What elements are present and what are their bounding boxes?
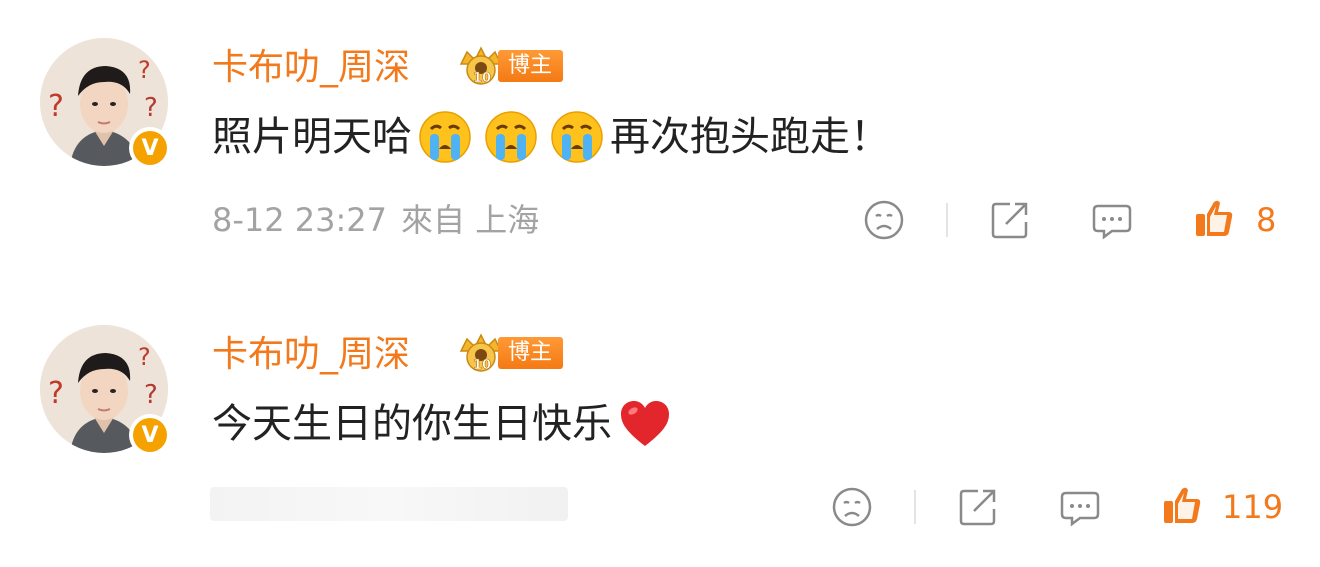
svg-text:?: ?: [138, 343, 151, 371]
comment-icon[interactable]: [1058, 485, 1102, 529]
comment-text-part: 再次抱头跑走！: [610, 114, 890, 160]
crying-face-emoji-icon: [485, 111, 537, 163]
comment-item: ? ? ? V 卡布叻_周深 10 博主 照片明天哈 再次抱头跑走！ 8-12 …: [0, 0, 1320, 280]
comment-text: 今天生日的你生日快乐: [212, 396, 678, 452]
comment-meta: 8-12 23:27 來自 上海: [212, 198, 539, 242]
svg-text:?: ?: [48, 376, 64, 411]
svg-text:?: ?: [48, 89, 64, 124]
svg-text:?: ?: [138, 56, 151, 84]
username-link[interactable]: 卡布叻_周深: [212, 44, 410, 92]
comment-icon[interactable]: [1090, 198, 1134, 242]
comment-text: 照片明天哈 再次抱头跑走！: [212, 109, 890, 165]
like-count: 8: [1256, 201, 1277, 239]
comment-text-part: 今天生日的你生日快乐: [212, 401, 612, 447]
comment-date: 8-12 23:27: [212, 201, 388, 239]
share-icon[interactable]: [988, 198, 1032, 242]
svg-text:?: ?: [144, 380, 158, 410]
comment-meta-blurred: [210, 487, 568, 521]
username-link[interactable]: 卡布叻_周深: [212, 331, 410, 379]
verified-badge-icon: V: [129, 127, 171, 169]
blogger-tag: 博主: [498, 337, 564, 369]
crying-face-emoji-icon: [551, 111, 603, 163]
svg-text:10: 10: [473, 358, 491, 373]
svg-text:10: 10: [473, 71, 491, 86]
share-icon[interactable]: [956, 485, 1000, 529]
like-icon[interactable]: [1192, 196, 1236, 240]
divider: [946, 203, 948, 237]
like-icon[interactable]: [1160, 483, 1204, 527]
comment-item: ? ? ? V 卡布叻_周深 10 博主 今天生日的你生日快乐 119: [0, 287, 1320, 567]
like-count: 119: [1222, 488, 1284, 526]
comment-source: 來自 上海: [401, 201, 540, 239]
svg-text:?: ?: [144, 93, 158, 123]
sad-face-icon[interactable]: [830, 485, 874, 529]
crying-face-emoji-icon: [419, 111, 471, 163]
comment-text-part: 照片明天哈: [212, 114, 412, 160]
blogger-tag: 博主: [498, 50, 564, 82]
sad-face-icon[interactable]: [862, 198, 906, 242]
red-heart-emoji-icon: [621, 401, 669, 446]
verified-badge-icon: V: [129, 414, 171, 456]
divider: [914, 490, 916, 524]
